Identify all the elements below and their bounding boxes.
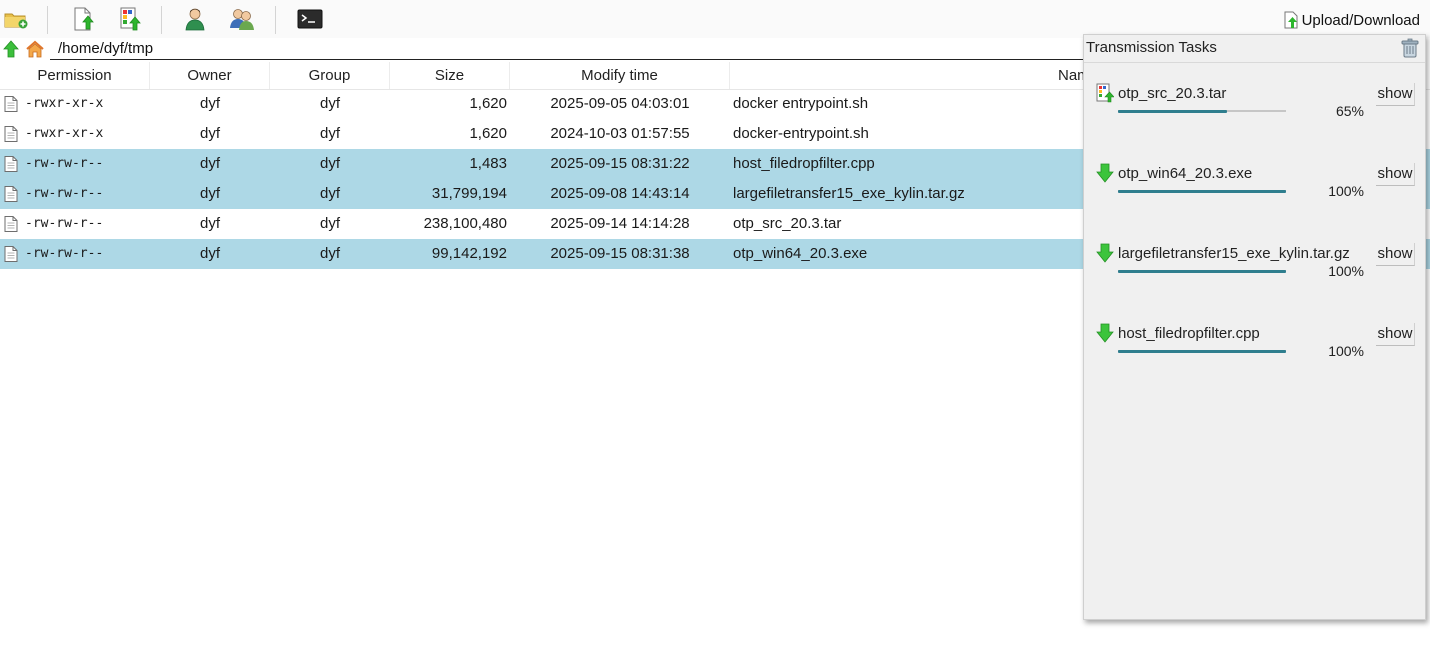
progress-percent: 100% — [1328, 263, 1364, 279]
file-icon — [4, 96, 18, 112]
toolbar-separator — [275, 6, 276, 34]
cell-size: 1,620 — [469, 125, 507, 142]
show-button[interactable]: show — [1376, 323, 1415, 346]
show-button[interactable]: show — [1376, 163, 1415, 186]
cell-group: dyf — [319, 155, 340, 172]
users-icon[interactable] — [229, 6, 255, 32]
cell-name: otp_win64_20.3.exe — [733, 245, 868, 262]
progress-fill — [1118, 349, 1286, 353]
progress-bar — [1118, 349, 1286, 353]
home-icon[interactable] — [25, 39, 45, 59]
upload-download-icon — [1284, 11, 1298, 29]
toolbar: Upload/Download — [0, 0, 1430, 38]
progress-fill — [1118, 189, 1286, 193]
cell-size: 238,100,480 — [423, 215, 507, 232]
cell-name: otp_src_20.3.tar — [733, 215, 842, 232]
download-arrow-icon — [1096, 243, 1114, 263]
transmission-task: host_filedropfilter.cpp show 100% — [1084, 323, 1425, 403]
progress-bar — [1118, 109, 1286, 113]
progress-bar — [1118, 189, 1286, 193]
task-name: largefiletransfer15_exe_kylin.tar.gz — [1118, 245, 1350, 262]
file-icon — [4, 216, 18, 232]
cell-group: dyf — [319, 125, 340, 142]
header-group[interactable]: Group — [270, 62, 390, 89]
transmission-panel-title: Transmission Tasks — [1086, 39, 1217, 56]
cell-owner: dyf — [199, 125, 220, 142]
task-name: host_filedropfilter.cpp — [1118, 325, 1260, 342]
user-icon[interactable] — [182, 6, 208, 32]
file-icon — [4, 156, 18, 172]
transmission-panel: Transmission Tasks otp_src_20.3.tar show 6… — [1083, 34, 1426, 620]
upload-file-icon[interactable] — [70, 6, 96, 32]
header-size[interactable]: Size — [390, 62, 510, 89]
cell-size: 31,799,194 — [431, 185, 507, 202]
progress-bar — [1118, 269, 1286, 273]
header-permission[interactable]: Permission — [0, 62, 150, 89]
trash-icon[interactable] — [1401, 38, 1419, 58]
task-name: otp_src_20.3.tar — [1118, 85, 1227, 102]
upload-icon — [1096, 83, 1115, 103]
file-icon — [4, 186, 18, 202]
new-folder-icon[interactable] — [3, 6, 29, 32]
cell-group: dyf — [319, 95, 340, 112]
progress-percent: 65% — [1335, 103, 1364, 119]
file-icon — [4, 246, 18, 262]
terminal-icon[interactable] — [296, 6, 324, 32]
cell-permission: -rwxr-xr-x — [25, 126, 104, 141]
cell-permission: -rw-rw-r-- — [25, 216, 104, 231]
cell-name: docker-entrypoint.sh — [733, 125, 869, 142]
cell-modify-time: 2025-09-14 14:14:28 — [550, 215, 690, 232]
cell-permission: -rw-rw-r-- — [25, 156, 104, 171]
file-icon — [4, 126, 18, 142]
cell-size: 1,620 — [469, 95, 507, 112]
cell-group: dyf — [319, 245, 340, 262]
cell-group: dyf — [319, 185, 340, 202]
upload-multiple-icon[interactable] — [117, 6, 143, 32]
cell-owner: dyf — [199, 95, 220, 112]
cell-modify-time: 2025-09-15 08:31:22 — [550, 155, 690, 172]
cell-name: largefiletransfer15_exe_kylin.tar.gz — [733, 185, 965, 202]
download-arrow-icon — [1096, 163, 1114, 183]
show-button[interactable]: show — [1376, 83, 1415, 106]
cell-owner: dyf — [199, 155, 220, 172]
transmission-task: otp_win64_20.3.exe show 100% — [1084, 163, 1425, 243]
cell-size: 1,483 — [469, 155, 507, 172]
progress-percent: 100% — [1328, 183, 1364, 199]
header-modify-time[interactable]: Modify time — [510, 62, 730, 89]
cell-owner: dyf — [199, 185, 220, 202]
cell-permission: -rw-rw-r-- — [25, 186, 104, 201]
transmission-task: otp_src_20.3.tar show 65% — [1084, 83, 1425, 163]
cell-name: host_filedropfilter.cpp — [733, 155, 875, 172]
cell-modify-time: 2025-09-08 14:43:14 — [550, 185, 690, 202]
progress-percent: 100% — [1328, 343, 1364, 359]
cell-owner: dyf — [199, 215, 220, 232]
path-input[interactable] — [50, 38, 1090, 60]
progress-fill — [1118, 269, 1286, 273]
go-up-icon[interactable] — [1, 39, 21, 59]
cell-size: 99,142,192 — [431, 245, 507, 262]
cell-permission: -rw-rw-r-- — [25, 246, 104, 261]
cell-name: docker entrypoint.sh — [733, 95, 869, 112]
cell-owner: dyf — [199, 245, 220, 262]
cell-modify-time: 2024-10-03 01:57:55 — [550, 125, 690, 142]
cell-modify-time: 2025-09-15 08:31:38 — [550, 245, 690, 262]
toolbar-separator — [161, 6, 162, 34]
cell-modify-time: 2025-09-05 04:03:01 — [550, 95, 690, 112]
upload-download-button[interactable]: Upload/Download — [1283, 9, 1420, 31]
header-owner[interactable]: Owner — [150, 62, 270, 89]
cell-group: dyf — [319, 215, 340, 232]
download-arrow-icon — [1096, 323, 1114, 343]
task-name: otp_win64_20.3.exe — [1118, 165, 1253, 182]
cell-permission: -rwxr-xr-x — [25, 96, 104, 111]
show-button[interactable]: show — [1376, 243, 1415, 266]
toolbar-separator — [47, 6, 48, 34]
transmission-task: largefiletransfer15_exe_kylin.tar.gz show… — [1084, 243, 1425, 323]
transmission-panel-header: Transmission Tasks — [1084, 35, 1425, 63]
upload-download-label: Upload/Download — [1301, 11, 1420, 29]
progress-fill — [1118, 109, 1228, 113]
